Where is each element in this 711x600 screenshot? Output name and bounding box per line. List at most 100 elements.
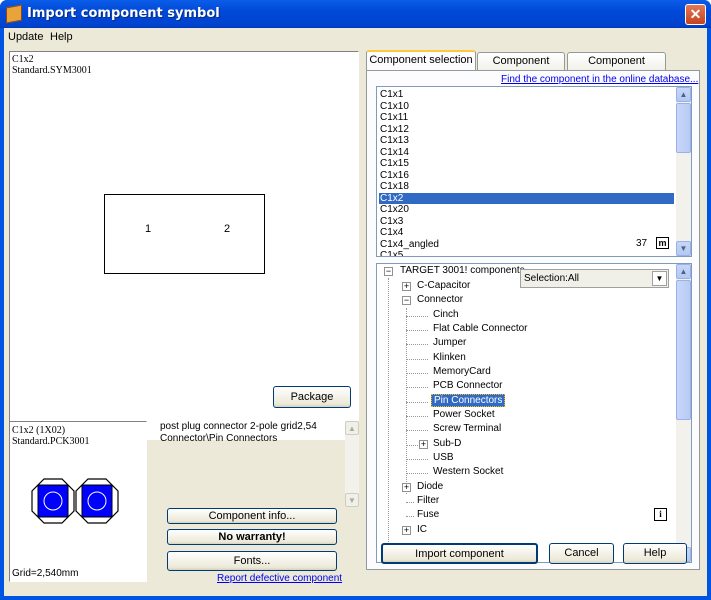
tree-item-memorycard[interactable]: MemoryCard	[431, 366, 493, 379]
symbol-library: Standard.SYM3001	[12, 65, 92, 76]
list-item[interactable]: C1x12	[379, 124, 674, 136]
list-item[interactable]: C1x15	[379, 158, 674, 170]
tree-item-cinch[interactable]: Cinch	[431, 309, 461, 322]
tree-scrollbar[interactable]: ▲ ▼	[676, 264, 691, 562]
online-database-link[interactable]: Find the component in the online databas…	[501, 74, 698, 85]
tree-line	[406, 308, 407, 494]
chevron-down-icon[interactable]: ▼	[652, 271, 667, 286]
help-button[interactable]: Help	[623, 543, 687, 564]
scroll-up-icon[interactable]: ▲	[676, 87, 691, 102]
package-button[interactable]: Package	[273, 386, 351, 408]
tree-item-pin-connectors[interactable]: Pin Connectors	[431, 394, 506, 407]
menu-update[interactable]: Update	[8, 31, 43, 43]
scroll-up-icon[interactable]: ▲	[676, 264, 691, 279]
tree-line	[406, 459, 428, 460]
list-item[interactable]: C1x16	[379, 170, 674, 182]
tree-item-ic[interactable]: IC	[415, 524, 429, 537]
window-title: Import component symbol	[27, 6, 220, 21]
cancel-button[interactable]: Cancel	[549, 543, 614, 564]
list-item[interactable]: C1x20	[379, 204, 674, 216]
tree-item-jumper[interactable]: Jumper	[431, 337, 468, 350]
scroll-down-icon[interactable]: ▼	[345, 493, 359, 507]
list-scrollbar[interactable]: ▲ ▼	[676, 87, 691, 256]
tab-component-libraries[interactable]: Component libraries	[567, 52, 666, 83]
tree-item-connector[interactable]: Connector	[415, 294, 465, 307]
tree-line	[406, 387, 428, 388]
tree-line	[406, 402, 428, 403]
tree-line	[406, 330, 428, 331]
list-item[interactable]: C1x3	[379, 216, 674, 228]
tree-item-flat-cable[interactable]: Flat Cable Connector	[431, 323, 530, 336]
tree-item-usb[interactable]: USB	[431, 452, 456, 465]
m-badge-icon[interactable]: m	[656, 237, 669, 249]
list-item[interactable]: C1x4	[379, 227, 674, 239]
list-item[interactable]: C1x13	[379, 135, 674, 147]
list-item[interactable]: C1x1	[379, 89, 674, 101]
component-info-button[interactable]: Component info...	[167, 508, 337, 524]
expand-icon[interactable]: +	[402, 483, 411, 492]
tree-item-western-socket[interactable]: Western Socket	[431, 466, 505, 479]
tree-item-power-socket[interactable]: Power Socket	[431, 409, 497, 422]
footprint-drawing	[31, 478, 119, 524]
tree-line	[406, 316, 428, 317]
import-component-button[interactable]: Import component	[381, 543, 538, 564]
tab-component-selection[interactable]: Component selection	[366, 50, 476, 71]
list-item[interactable]: C1x11	[379, 112, 674, 124]
tree-line	[406, 516, 414, 517]
report-defective-link[interactable]: Report defective component	[217, 573, 342, 584]
tree-item-screw-terminal[interactable]: Screw Terminal	[431, 423, 503, 436]
list-item[interactable]: C1x4_angled	[379, 239, 674, 251]
selection-dropdown[interactable]: Selection:All ▼	[520, 269, 669, 288]
list-item[interactable]: C1x14	[379, 147, 674, 159]
scroll-thumb[interactable]	[676, 103, 691, 153]
dialog-client: Update Help C1x2 Standard.SYM3001 1 2 Pa…	[4, 28, 707, 596]
app-icon	[6, 4, 22, 24]
tree-line	[406, 344, 428, 345]
component-count: 37	[636, 238, 648, 249]
dialog-window: Import component symbol ✕ Update Help C1…	[0, 0, 711, 600]
collapse-icon[interactable]: −	[402, 296, 411, 305]
list-item-selected[interactable]: C1x2	[379, 192, 674, 204]
list-item[interactable]: C1x10	[379, 101, 674, 113]
package-library: Standard.PCK3001	[12, 436, 90, 447]
tree-item-fuse[interactable]: Fuse	[415, 509, 441, 522]
grid-label: Grid=2,540mm	[12, 568, 79, 579]
tree-item-diode[interactable]: Diode	[415, 481, 445, 494]
menu-bar: Update Help	[4, 28, 707, 48]
tree-line	[406, 430, 428, 431]
fonts-button[interactable]: Fonts...	[167, 551, 337, 571]
drill-2	[87, 491, 107, 511]
category-tree[interactable]: − TARGET 3001! components + C-Capacitor …	[376, 263, 692, 563]
package-preview-panel: C1x2 (1X02) Standard.PCK3001 Grid=2,540m…	[9, 421, 147, 582]
tree-item-c-capacitor[interactable]: C-Capacitor	[415, 280, 472, 293]
info-icon[interactable]: i	[654, 508, 667, 521]
tree-line	[406, 502, 414, 503]
title-bar[interactable]: Import component symbol ✕	[0, 0, 711, 28]
tab-component-search[interactable]: Component search	[477, 52, 565, 83]
tree-item-filter[interactable]: Filter	[415, 495, 441, 508]
tree-line	[406, 416, 428, 417]
collapse-icon[interactable]: −	[384, 267, 393, 276]
scroll-down-icon[interactable]: ▼	[676, 241, 691, 256]
component-list[interactable]: C1x1 C1x10 C1x11 C1x12 C1x13 C1x14 C1x15…	[376, 86, 692, 257]
tree-line	[406, 359, 428, 360]
tree-root[interactable]: TARGET 3001! components	[398, 265, 527, 278]
close-button[interactable]: ✕	[685, 4, 706, 25]
description-line-2: Connector\Pin Connectors	[160, 433, 278, 444]
expand-icon[interactable]: +	[402, 282, 411, 291]
menu-help[interactable]: Help	[50, 31, 73, 43]
expand-icon[interactable]: +	[419, 440, 428, 449]
tree-line	[388, 278, 389, 544]
scroll-up-icon[interactable]: ▲	[345, 421, 359, 435]
expand-icon[interactable]: +	[402, 526, 411, 535]
tree-item-sub-d[interactable]: Sub-D	[431, 438, 463, 451]
tree-line	[406, 373, 428, 374]
list-item[interactable]: C1x5	[379, 250, 674, 256]
tree-item-pcb-connector[interactable]: PCB Connector	[431, 380, 504, 393]
drill-1	[43, 491, 63, 511]
scroll-thumb[interactable]	[676, 280, 691, 420]
no-warranty-button[interactable]: No warranty!	[167, 529, 337, 545]
tree-item-klinken[interactable]: Klinken	[431, 352, 468, 365]
list-item[interactable]: C1x18	[379, 181, 674, 193]
description-scrollbar[interactable]: ▲ ▼	[345, 421, 359, 507]
